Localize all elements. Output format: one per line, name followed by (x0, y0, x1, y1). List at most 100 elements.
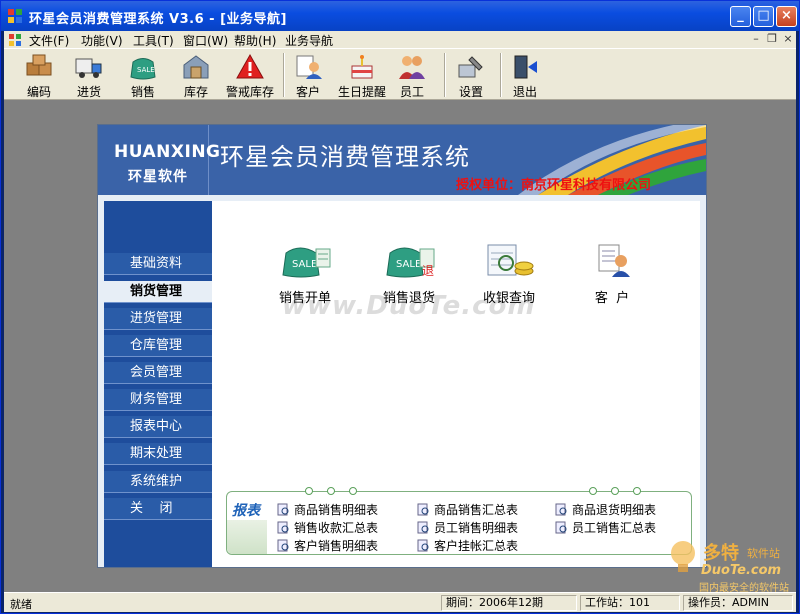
menu-file[interactable]: 文件(F) (29, 32, 69, 49)
banner-authorized-unit: 授权单位：南京环星科技有限公司 (456, 178, 652, 193)
toolbar-inventory-button[interactable]: 库存 (172, 51, 220, 99)
customer-icon (296, 55, 322, 79)
func-sale-return-label: 销售退货 (382, 291, 435, 306)
report-link-label: 商品退货明细表 (572, 503, 657, 517)
nav-item-warehouse-management[interactable]: 仓库管理 (104, 335, 212, 357)
banner: HUANXING 环星软件 环星会员消费管理系统 授权单位：南京环星科技有限公司 (98, 125, 706, 195)
maximize-button[interactable]: □ (753, 6, 774, 27)
business-nav-panel: HUANXING 环星软件 环星会员消费管理系统 授权单位：南京环星科技有限公司… (97, 124, 707, 568)
mdi-restore-icon[interactable]: ❐ (765, 32, 779, 46)
sale-bag-icon: SALE (130, 58, 156, 80)
app-icon (8, 9, 22, 23)
menu-tools[interactable]: 工具(T) (133, 32, 174, 49)
binder-ring (611, 487, 619, 495)
status-bar: 就绪 期间：2006年12期 工作站：101 操作员：ADMIN (4, 592, 796, 612)
toolbar-purchase-button[interactable]: 进货 (65, 51, 113, 99)
binder-ring (305, 487, 313, 495)
duote-domain: DuoTe.com (701, 563, 782, 578)
sale-return-icon: SALE 退 (386, 247, 435, 278)
toolbar-staff-label: 员工 (399, 85, 424, 99)
toolbar-code-label: 编码 (26, 85, 51, 99)
func-cash-query[interactable]: 收银查询 (474, 241, 544, 306)
toolbar-birthday-label: 生日提醒 (337, 85, 386, 99)
report-link-product-sales-summary[interactable]: 商品销售汇总表 (417, 502, 518, 518)
report-link-customer-credit-summary[interactable]: 客户挂帐汇总表 (417, 538, 518, 554)
report-search-icon (277, 521, 289, 534)
toolbar-alert-stock-button[interactable]: 警戒库存 (223, 51, 277, 99)
menu-bar: 文件(F) 功能(V) 工具(T) 窗口(W) 帮助(H) 业务导航 – ❐ × (4, 31, 796, 48)
toolbar: 编码 进货 SALE 销售 库存 警戒库存 客户 生日提醒 员工 设置 退出 (4, 48, 796, 100)
toolbar-settings-label: 设置 (458, 85, 483, 99)
banner-english-name: HUANXING (114, 142, 221, 162)
report-link-label: 员工销售明细表 (434, 521, 519, 535)
nav-item-system-maintenance[interactable]: 系统维护 (104, 471, 212, 493)
menu-function[interactable]: 功能(V) (81, 32, 123, 49)
reports-side-bar (227, 520, 267, 554)
menu-business-nav[interactable]: 业务导航 (285, 32, 333, 49)
toolbar-birthday-button[interactable]: 生日提醒 (334, 51, 390, 99)
report-link-customer-sales-detail[interactable]: 客户销售明细表 (277, 538, 378, 554)
mdi-minimize-icon[interactable]: – (749, 32, 763, 46)
report-link-sales-receipt-summary[interactable]: 销售收款汇总表 (277, 520, 378, 536)
report-link-product-sales-detail[interactable]: 商品销售明细表 (277, 502, 378, 518)
customer-card-icon (598, 244, 630, 277)
nav-item-period-end[interactable]: 期末处理 (104, 443, 212, 465)
toolbar-code-button[interactable]: 编码 (15, 51, 63, 99)
status-workstation: 工作站：101 (580, 595, 680, 611)
toolbar-customer-label: 客户 (295, 85, 320, 99)
svg-text:SALE: SALE (137, 66, 155, 74)
report-link-label: 客户挂帐汇总表 (434, 539, 519, 553)
content-area: www.DuoTe.com SALE 销售开单 SALE 退 销售退货 收银查询… (212, 201, 700, 567)
report-link-label: 商品销售明细表 (294, 503, 379, 517)
mdi-client-area: HUANXING 环星软件 环星会员消费管理系统 授权单位：南京环星科技有限公司… (4, 100, 796, 592)
binder-ring (633, 487, 641, 495)
sale-open-icon: SALE (282, 247, 331, 278)
func-customer[interactable]: 客 户 (577, 241, 647, 306)
report-link-product-return-detail[interactable]: 商品退货明细表 (555, 502, 656, 518)
status-ready: 就绪 (10, 598, 32, 611)
toolbar-exit-button[interactable]: 退出 (501, 51, 549, 99)
svg-text:SALE: SALE (292, 259, 317, 270)
report-search-icon (555, 503, 567, 516)
toolbar-separator (444, 53, 446, 97)
report-link-label: 员工销售汇总表 (572, 521, 657, 535)
report-search-icon (417, 539, 429, 552)
close-icon: × (781, 8, 792, 23)
close-button[interactable]: × (776, 6, 797, 27)
nav-item-basic-data[interactable]: 基础资料 (104, 253, 212, 275)
nav-item-close[interactable]: 关 闭 (104, 498, 212, 520)
menu-help[interactable]: 帮助(H) (234, 32, 276, 49)
duote-bulb-icon (671, 541, 695, 572)
binder-ring (349, 487, 357, 495)
report-link-label: 客户销售明细表 (294, 539, 379, 553)
report-link-label: 销售收款汇总表 (294, 521, 379, 535)
reports-title: 报表 (232, 503, 260, 519)
menu-window[interactable]: 窗口(W) (183, 32, 228, 49)
func-sale-return[interactable]: SALE 退 销售退货 (374, 241, 444, 306)
func-cash-query-label: 收银查询 (482, 291, 535, 306)
toolbar-staff-button[interactable]: 员工 (388, 51, 436, 99)
report-link-staff-sales-detail[interactable]: 员工销售明细表 (417, 520, 518, 536)
maximize-icon: □ (757, 8, 770, 23)
nav-item-purchase-management[interactable]: 进货管理 (104, 308, 212, 330)
truck-icon (75, 58, 102, 78)
mdi-close-icon[interactable]: × (781, 32, 795, 46)
status-period: 期间：2006年12期 (441, 595, 577, 611)
duote-brand: 多特 (703, 543, 739, 564)
svg-text:SALE: SALE (396, 259, 421, 270)
func-sale-open[interactable]: SALE 销售开单 (270, 241, 340, 306)
minimize-button[interactable]: _ (730, 6, 751, 27)
report-link-staff-sales-summary[interactable]: 员工销售汇总表 (555, 520, 656, 536)
nav-item-member-management[interactable]: 会员管理 (104, 362, 212, 384)
status-operator: 操作员：ADMIN (683, 595, 793, 611)
toolbar-customer-button[interactable]: 客户 (284, 51, 332, 99)
toolbar-alert-stock-label: 警戒库存 (225, 85, 274, 99)
toolbar-sales-button[interactable]: SALE 销售 (119, 51, 167, 99)
nav-item-finance-management[interactable]: 财务管理 (104, 389, 212, 411)
toolbar-settings-button[interactable]: 设置 (447, 51, 495, 99)
report-search-icon (555, 521, 567, 534)
title-bar[interactable]: 环星会员消费管理系统 V3.6 - [业务导航] _ □ × (1, 1, 799, 31)
toolbar-inventory-label: 库存 (183, 85, 208, 99)
nav-item-report-center[interactable]: 报表中心 (104, 416, 212, 438)
nav-item-sales-management[interactable]: 销货管理 (104, 281, 212, 303)
